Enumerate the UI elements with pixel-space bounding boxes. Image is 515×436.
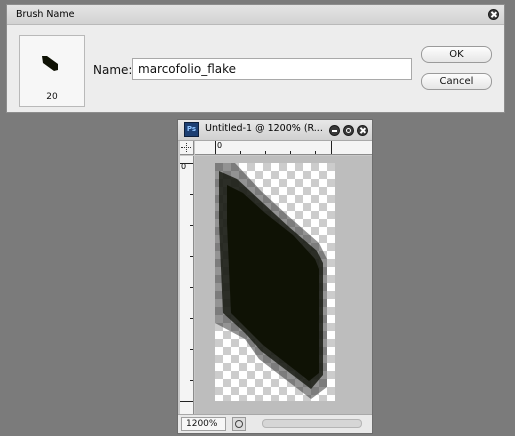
ruler-h-zero-label: 0 (217, 141, 223, 150)
ruler-tick (290, 151, 291, 154)
ruler-tick (190, 318, 193, 319)
photoshop-app-icon: Ps (184, 122, 199, 137)
maximize-icon[interactable] (343, 125, 354, 136)
ruler-origin-icon[interactable] (180, 141, 194, 155)
ok-button[interactable]: OK (421, 46, 492, 63)
horizontal-ruler[interactable]: 0 (195, 141, 372, 155)
brush-size-label: 20 (46, 92, 58, 102)
status-menu-icon[interactable] (232, 417, 246, 431)
vertical-ruler[interactable]: 0 (180, 156, 194, 414)
status-bar: 1200% (178, 414, 372, 433)
ruler-tick (331, 141, 332, 154)
close-icon[interactable] (488, 9, 499, 20)
document-title: Untitled-1 @ 1200% (R... (205, 123, 323, 134)
brush-name-dialog: Brush Name 20 Name: OK Cancel (6, 4, 505, 113)
ruler-tick (180, 401, 193, 402)
ruler-tick (190, 194, 193, 195)
ruler-tick (190, 349, 193, 350)
cancel-button[interactable]: Cancel (421, 73, 492, 90)
ruler-tick (190, 256, 193, 257)
brush-name-input[interactable] (132, 58, 412, 80)
document-window: Ps Untitled-1 @ 1200% (R... 0 0 1200% (177, 119, 373, 434)
horizontal-scrollbar[interactable] (262, 419, 362, 428)
document-canvas-area[interactable] (195, 156, 372, 414)
ruler-tick (180, 163, 193, 164)
ruler-tick (240, 151, 241, 154)
brush-tip-thumbnail (42, 56, 58, 71)
ruler-tick (315, 151, 316, 154)
ruler-tick (190, 225, 193, 226)
document-titlebar[interactable]: Ps Untitled-1 @ 1200% (R... (178, 120, 372, 141)
document-canvas[interactable] (215, 163, 335, 401)
ruler-tick (190, 380, 193, 381)
ruler-tick (265, 151, 266, 154)
minimize-icon[interactable] (329, 125, 340, 136)
dialog-title: Brush Name (16, 9, 75, 20)
dialog-titlebar[interactable]: Brush Name (7, 5, 504, 25)
zoom-level-field[interactable]: 1200% (181, 417, 226, 431)
name-label: Name: (93, 63, 133, 77)
ruler-tick (215, 141, 216, 154)
brush-preview: 20 (19, 35, 85, 107)
ruler-tick (190, 287, 193, 288)
close-icon[interactable] (357, 125, 368, 136)
